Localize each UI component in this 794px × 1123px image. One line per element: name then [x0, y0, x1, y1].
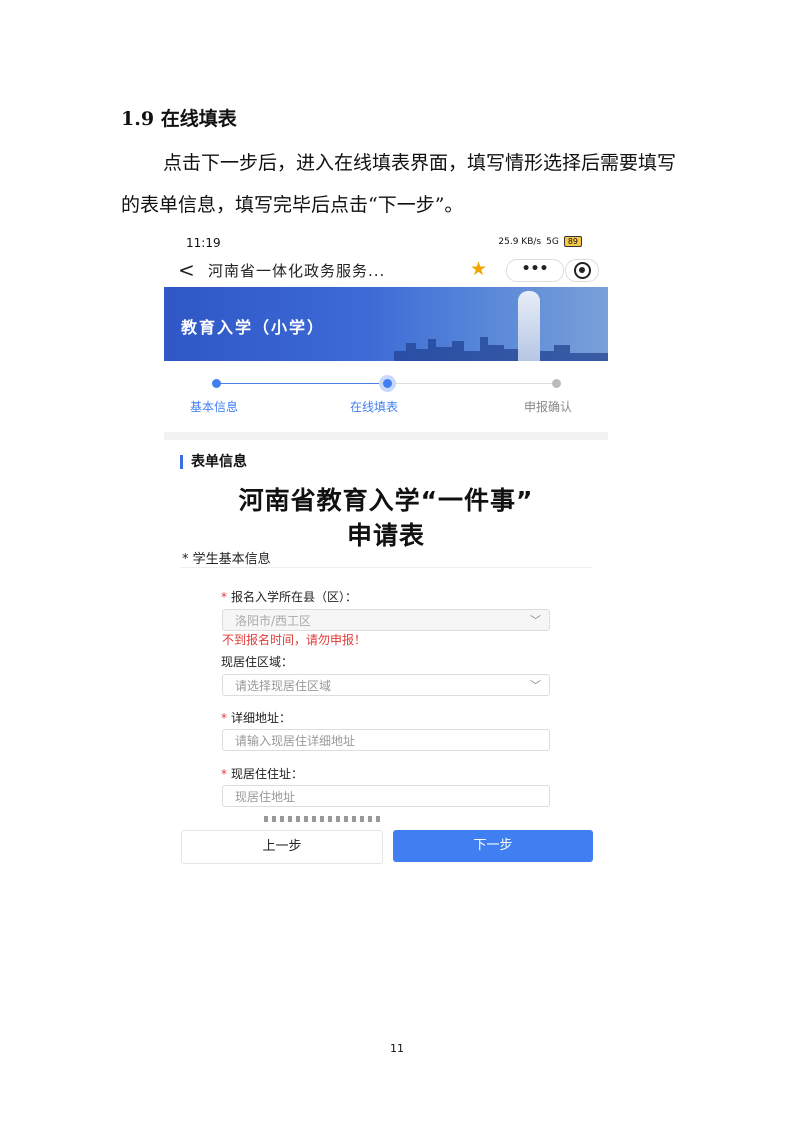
truncated-field-label: [264, 816, 384, 822]
section-title: 在线填表: [160, 108, 237, 130]
banner: 教育入学（小学）: [164, 287, 608, 361]
phone-screenshot: 11:19 25.9 KB/s 5G 89 < 河南省一体化政务服务... ★ …: [164, 228, 608, 880]
chevron-down-icon: ﹀: [530, 679, 541, 692]
more-button[interactable]: •••: [506, 259, 564, 282]
form-section-title: 表单信息: [180, 455, 247, 469]
step-line-pending: [388, 383, 556, 384]
signal-icon: 5G: [546, 236, 559, 247]
step-label-3: 申报确认: [524, 400, 573, 414]
step-dot-2: [383, 379, 392, 388]
close-miniapp-icon[interactable]: [565, 259, 599, 282]
prev-step-button[interactable]: 上一步: [181, 830, 383, 864]
area-select[interactable]: 请选择现居住区域 ﹀: [222, 674, 550, 696]
progress-steps: 基本信息 在线填表 申报确认: [164, 368, 608, 428]
chevron-left-icon[interactable]: <: [178, 258, 195, 282]
residence-input[interactable]: 现居住地址: [222, 785, 550, 807]
subsection-divider: [180, 567, 592, 568]
chevron-down-icon: ﹀: [530, 614, 541, 627]
next-step-button[interactable]: 下一步: [393, 830, 593, 862]
body-paragraph: 点击下一步后，进入在线填表界面，填写情形选择后需要填写的表单信息，填写完毕后点击…: [121, 152, 677, 216]
bottom-action-bar: 上一步 下一步: [164, 824, 608, 880]
section-heading: 1.9 在线填表: [121, 104, 237, 131]
field-label-address: * 详细地址：: [221, 711, 292, 725]
skyline-illustration: [394, 337, 608, 361]
county-select[interactable]: 洛阳市/西工区 ﹀: [222, 609, 550, 631]
error-message: 不到报名时间，请勿申报！: [222, 633, 367, 647]
divider: [164, 432, 608, 440]
step-line-done: [216, 383, 388, 384]
field-label-residence: * 现居住住址：: [221, 767, 304, 781]
battery-icon: 89: [563, 236, 582, 247]
star-icon[interactable]: ★: [470, 258, 487, 280]
status-time: 11:19: [186, 236, 221, 250]
subsection-title: * 学生基本信息: [182, 552, 271, 567]
step-label-2: 在线填表: [350, 400, 399, 414]
nav-bar: < 河南省一体化政务服务... ★ •••: [164, 256, 608, 286]
nav-title: 河南省一体化政务服务...: [208, 262, 386, 280]
form-heading-line1: 河南省教育入学“一件事”: [238, 486, 534, 515]
status-icons: 25.9 KB/s 5G 89: [498, 236, 582, 247]
step-label-1: 基本信息: [190, 400, 239, 414]
page-number: 11: [390, 1042, 404, 1055]
net-speed: 25.9 KB/s: [498, 236, 542, 247]
tower-illustration: [518, 291, 540, 361]
banner-title: 教育入学（小学）: [181, 318, 326, 337]
status-bar: 11:19 25.9 KB/s 5G 89: [164, 228, 608, 254]
field-label-area: 现居住区域：: [221, 655, 294, 669]
form-heading: 河南省教育入学“一件事” 申请表: [164, 483, 608, 553]
step-dot-3: [552, 379, 561, 388]
section-number: 1.9: [121, 108, 155, 130]
field-label-county: * 报名入学所在县（区）：: [221, 590, 358, 604]
address-input[interactable]: 请输入现居住详细地址: [222, 729, 550, 751]
step-dot-1: [212, 379, 221, 388]
